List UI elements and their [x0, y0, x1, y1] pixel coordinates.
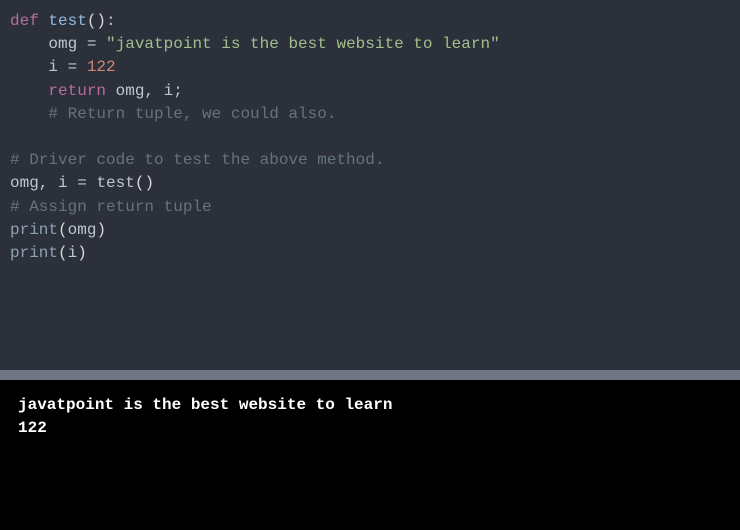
semicolon: ;	[173, 82, 183, 100]
code-line	[10, 126, 730, 149]
paren-open: (	[58, 244, 68, 262]
code-line: i = 122	[10, 56, 730, 79]
parens: ()	[87, 12, 106, 30]
equals: =	[68, 58, 78, 76]
code-line: print(omg)	[10, 219, 730, 242]
comment: # Return tuple, we could also.	[48, 105, 336, 123]
call-name: test	[96, 174, 134, 192]
equals: =	[87, 35, 97, 53]
comment: # Assign return tuple	[10, 198, 212, 216]
code-line: return omg, i;	[10, 80, 730, 103]
code-editor[interactable]: def test(): omg = "javatpoint is the bes…	[0, 0, 740, 370]
code-line: def test():	[10, 10, 730, 33]
paren-open: (	[58, 221, 68, 239]
keyword-def: def	[10, 12, 39, 30]
function-name: test	[39, 12, 87, 30]
arg: omg	[68, 221, 97, 239]
output-console: javatpoint is the best website to learn …	[0, 380, 740, 530]
code-line: print(i)	[10, 242, 730, 265]
equals: =	[77, 174, 87, 192]
builtin-print: print	[10, 221, 58, 239]
parens: ()	[135, 174, 154, 192]
code-line: # Return tuple, we could also.	[10, 103, 730, 126]
keyword-return: return	[48, 82, 106, 100]
code-line: omg = "javatpoint is the best website to…	[10, 33, 730, 56]
return-vars: omg, i	[106, 82, 173, 100]
code-line: # Driver code to test the above method.	[10, 149, 730, 172]
lhs: omg, i	[10, 174, 77, 192]
paren-close: )	[96, 221, 106, 239]
pane-separator	[0, 370, 740, 380]
output-line: javatpoint is the best website to learn	[18, 394, 722, 417]
comment: # Driver code to test the above method.	[10, 151, 384, 169]
builtin-print: print	[10, 244, 58, 262]
string-literal: "javatpoint is the best website to learn…	[96, 35, 499, 53]
number-literal: 122	[87, 58, 116, 76]
variable: i	[48, 58, 67, 76]
output-line: 122	[18, 417, 722, 440]
arg: i	[68, 244, 78, 262]
code-line: # Assign return tuple	[10, 196, 730, 219]
colon: :	[106, 12, 116, 30]
variable: omg	[48, 35, 86, 53]
paren-close: )	[77, 244, 87, 262]
code-line: omg, i = test()	[10, 172, 730, 195]
